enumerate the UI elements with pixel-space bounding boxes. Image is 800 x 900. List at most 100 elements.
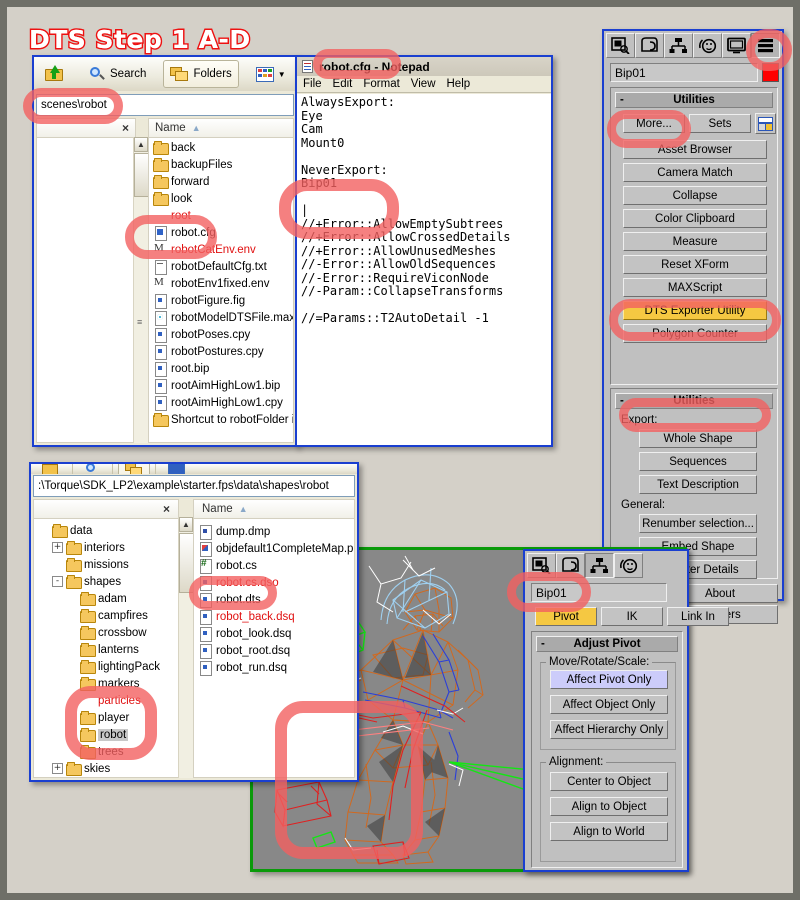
list-item[interactable]: + interiors (34, 539, 178, 556)
up-folder-button[interactable] (38, 60, 72, 88)
tree-expander[interactable]: - (52, 576, 63, 587)
list-item[interactable]: robotPoses.cpy (149, 326, 293, 343)
list-item[interactable]: robot_root.dsq (194, 642, 354, 659)
list-item[interactable]: lanterns (34, 641, 178, 658)
scroll-up-arrow[interactable]: ▲ (134, 137, 148, 152)
list-item[interactable]: back (149, 139, 293, 156)
menu-file[interactable]: File (303, 78, 322, 90)
search-button-bottom[interactable] (78, 464, 107, 474)
up-folder-button-bottom[interactable] (35, 464, 67, 474)
list-item[interactable]: robot.cs (194, 557, 354, 574)
camera-match-button[interactable]: Camera Match (623, 163, 767, 182)
list-item[interactable]: player (34, 709, 178, 726)
list-item[interactable]: particles (34, 692, 178, 709)
maxscript-button[interactable]: MAXScript (623, 278, 767, 297)
asset-browser-button[interactable]: Asset Browser (623, 140, 767, 159)
list-item[interactable]: data (34, 522, 178, 539)
modify-tab[interactable] (635, 33, 664, 58)
notepad-text-area[interactable]: AlwaysExport: Eye Cam Mount0 NeverExport… (297, 94, 551, 445)
sequences-button[interactable]: Sequences (639, 452, 757, 471)
hierarchy-tab[interactable] (664, 33, 693, 58)
configure-button-sets-icon[interactable] (755, 113, 776, 134)
measure-button[interactable]: Measure (623, 232, 767, 251)
list-item[interactable]: robot_back.dsq (194, 608, 354, 625)
sets-button[interactable]: Sets (689, 114, 751, 133)
hierarchy-tab[interactable] (585, 553, 614, 578)
folders-pane-scrollbar[interactable]: ▲ ≡ (133, 137, 149, 443)
list-item[interactable]: robotDefaultCfg.txt (149, 258, 293, 275)
reset-xform-button[interactable]: Reset XForm (623, 255, 767, 274)
list-item[interactable]: dump.dmp (194, 523, 354, 540)
list-item[interactable]: root.bip (149, 360, 293, 377)
modify-tab[interactable] (556, 553, 585, 578)
list-item[interactable]: Shortcut to robotFolder in TGE (149, 411, 293, 428)
motion-tab[interactable] (614, 553, 643, 578)
list-item[interactable]: robot_run.dsq (194, 659, 354, 676)
rollout-collapse-icon-pivot[interactable]: - (541, 638, 545, 650)
whole-shape-button[interactable]: Whole Shape (639, 429, 757, 448)
list-item[interactable]: trees (34, 743, 178, 760)
tab-ik[interactable]: IK (601, 607, 663, 626)
list-item[interactable]: + skies (34, 760, 178, 777)
list-item[interactable]: lightingPack (34, 658, 178, 675)
list-item[interactable]: rootAimHighLow1.bip (149, 377, 293, 394)
column-header-name[interactable]: Name ▲ (149, 119, 293, 138)
tree-expander[interactable]: + (52, 763, 63, 774)
scroll-up-arrow[interactable]: ▲ (179, 517, 193, 532)
folders-button-bottom[interactable] (118, 464, 150, 474)
list-item[interactable]: robot.cs.dso (194, 574, 354, 591)
list-item[interactable]: forward (149, 173, 293, 190)
views-button-bottom[interactable] (161, 464, 192, 474)
list-item[interactable]: backupFiles (149, 156, 293, 173)
tree-expander[interactable]: + (52, 542, 63, 553)
scrollbar-thumb[interactable] (134, 153, 149, 197)
column-header-name-bottom[interactable]: Name ▲ (194, 500, 354, 519)
center-to-object-button[interactable]: Center to Object (550, 772, 668, 791)
rollout-collapse-icon-2[interactable]: - (620, 395, 624, 407)
color-clipboard-button[interactable]: Color Clipboard (623, 209, 767, 228)
list-item[interactable]: objdefault1CompleteMap.png (194, 540, 354, 557)
more-button[interactable]: More... (623, 114, 685, 133)
collapse-button[interactable]: Collapse (623, 186, 767, 205)
list-item[interactable]: robotEnv1fixed.env (149, 275, 293, 292)
polygon-counter-button[interactable]: Polygon Counter (623, 324, 767, 343)
list-item[interactable]: root (149, 207, 293, 224)
tab-link-info[interactable]: Link In (667, 607, 729, 626)
list-item[interactable]: robotCatEnv.env (149, 241, 293, 258)
folders-button[interactable]: Folders (163, 60, 239, 88)
dts-exporter-utility-button[interactable]: DTS Exporter Utility (623, 301, 767, 320)
affect-object-only-button[interactable]: Affect Object Only (550, 695, 668, 714)
list-item[interactable]: campfires (34, 607, 178, 624)
list-item[interactable]: robot.dts (194, 591, 354, 608)
text-description-button[interactable]: Text Description (639, 475, 757, 494)
list-item[interactable]: robot (34, 726, 178, 743)
folders-tree-scrollbar[interactable]: ▲ (178, 517, 194, 778)
close-icon[interactable]: × (122, 121, 129, 135)
address-bar-top[interactable]: scenes\robot (36, 94, 294, 116)
list-item[interactable]: rootAimHighLow1.cpy (149, 394, 293, 411)
list-item[interactable]: missions (34, 556, 178, 573)
dts-rollout-header[interactable]: - Utilities (615, 393, 773, 409)
motion-tab[interactable] (693, 33, 722, 58)
list-item[interactable]: crossbow (34, 624, 178, 641)
list-item[interactable]: - shapes (34, 573, 178, 590)
menu-format[interactable]: Format (363, 78, 399, 90)
menu-edit[interactable]: Edit (333, 78, 353, 90)
tab-pivot[interactable]: Pivot (535, 607, 597, 626)
renumber-selection-button[interactable]: Renumber selection... (639, 514, 757, 533)
object-name-field-utilities[interactable]: Bip01 (610, 63, 758, 82)
align-to-world-button[interactable]: Align to World (550, 822, 668, 841)
affect-pivot-only-button[interactable]: Affect Pivot Only (550, 670, 668, 689)
affect-hierarchy-only-button[interactable]: Affect Hierarchy Only (550, 720, 668, 739)
list-item[interactable]: robotModelDTSFile.max (149, 309, 293, 326)
views-button[interactable]: ▼ (249, 60, 293, 88)
list-item[interactable]: robot_look.dsq (194, 625, 354, 642)
close-icon[interactable]: × (163, 502, 170, 516)
create-tab[interactable] (527, 553, 556, 578)
address-bar-bottom[interactable]: :\Torque\SDK_LP2\example\starter.fps\dat… (33, 475, 355, 497)
menu-help[interactable]: Help (447, 78, 471, 90)
rollout-collapse-icon[interactable]: - (620, 94, 624, 106)
create-tab[interactable] (606, 33, 635, 58)
scrollbar-thumb[interactable] (179, 533, 194, 593)
chevron-down-icon[interactable]: ▼ (278, 70, 286, 79)
